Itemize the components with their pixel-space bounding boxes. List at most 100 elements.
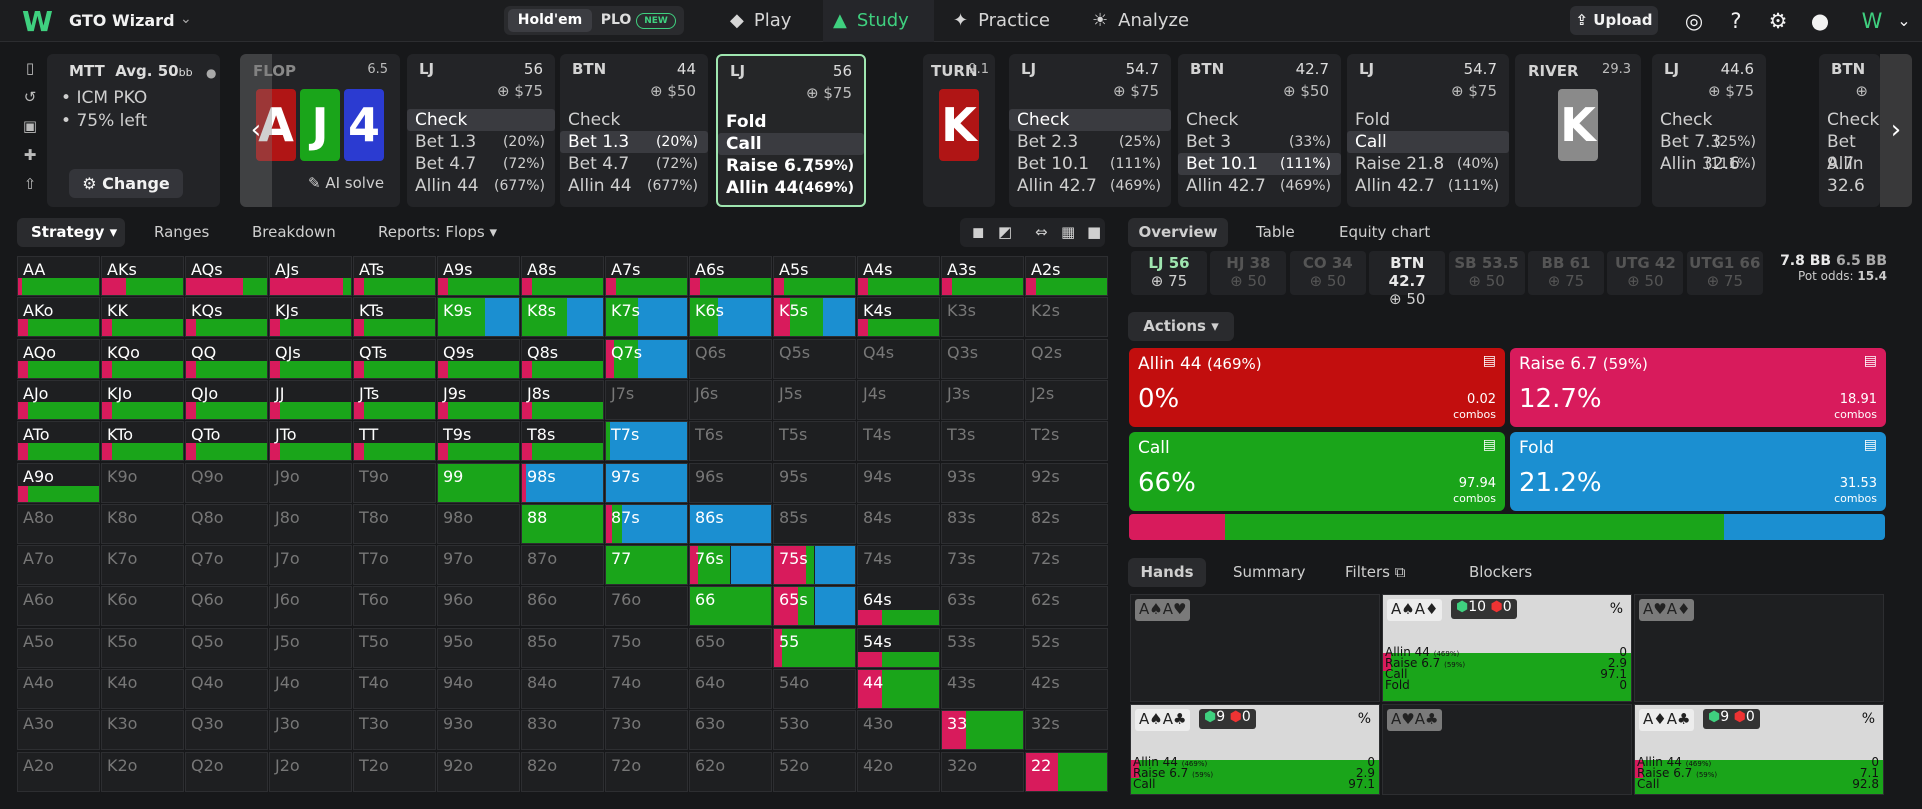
hand-cell[interactable]: J9s: [437, 379, 520, 420]
nav-play[interactable]: ◆ Play: [730, 0, 816, 42]
hand-cell[interactable]: Q4o: [185, 669, 268, 709]
action-option[interactable]: Bet 1.3 (20%): [560, 131, 708, 153]
hand-cell[interactable]: Q8s: [521, 338, 604, 379]
save-icon[interactable]: ▣: [15, 112, 45, 141]
seat-4[interactable]: SB 53.5 ⊕ 50: [1448, 251, 1525, 295]
plo-tab[interactable]: PLO: [596, 9, 636, 32]
hand-cell[interactable]: A5o: [17, 627, 100, 668]
seat-3[interactable]: BTN 42.7 ⊕ 50: [1369, 251, 1446, 308]
hand-cell[interactable]: K5o: [101, 627, 184, 668]
hand-cell[interactable]: 54s: [857, 627, 940, 668]
hand-cell[interactable]: 93o: [437, 710, 520, 751]
hand-cell[interactable]: 96o: [437, 586, 520, 627]
hand-cell[interactable]: KK: [101, 297, 184, 338]
tab-summary[interactable]: Summary: [1233, 558, 1306, 587]
action-option[interactable]: Bet 10.1 (111%): [1178, 153, 1341, 175]
notes-icon[interactable]: ▤: [1483, 353, 1496, 369]
hand-cell[interactable]: T6o: [353, 586, 436, 627]
help-icon[interactable]: ?: [1722, 7, 1750, 35]
hand-cell[interactable]: 76o: [605, 586, 688, 627]
hand-cell[interactable]: 62o: [689, 751, 772, 792]
action-option[interactable]: Allin 44 (677%): [407, 175, 555, 197]
actions-dropdown[interactable]: Actions ▾: [1128, 312, 1234, 341]
hand-cell[interactable]: 64o: [689, 669, 772, 709]
hand-cell[interactable]: JTo: [269, 421, 352, 462]
hand-cell[interactable]: 65o: [689, 627, 772, 668]
settings-gear-icon[interactable]: ⚙: [1764, 7, 1792, 35]
action-box[interactable]: Raise 6.7 (59%) ▤ 12.7% 18.91 combos: [1510, 348, 1886, 427]
hand-cell[interactable]: KJs: [269, 297, 352, 338]
hand-cell[interactable]: QJs: [269, 338, 352, 379]
action-option[interactable]: Allin 44 (677%): [560, 175, 708, 197]
hand-cell[interactable]: J5s: [773, 379, 856, 420]
hand-cell[interactable]: 99: [437, 462, 520, 503]
decision-card[interactable]: LJ 54.7 ⊕ $75 Fold Call Raise 21.8 (40%) Alli…: [1347, 54, 1509, 207]
hand-cell[interactable]: AQo: [17, 338, 100, 379]
seat-5[interactable]: BB 61 ⊕ 75: [1528, 251, 1604, 295]
hand-box[interactable]: A♠A♣ ⬢9 ⬢0 % Allin 44 (469%) 0 Raise 6.7 (5…: [1130, 704, 1380, 795]
hand-cell[interactable]: 62s: [1025, 586, 1108, 627]
tab-overview[interactable]: Overview: [1128, 218, 1228, 247]
tab-strategy[interactable]: Strategy ▾: [17, 218, 125, 247]
tab-blockers[interactable]: Blockers: [1469, 558, 1532, 587]
hand-cell[interactable]: 63o: [689, 710, 772, 751]
hand-cell[interactable]: ATs: [353, 256, 436, 296]
hand-cell[interactable]: K4s: [857, 297, 940, 338]
hand-cell[interactable]: T3s: [941, 421, 1024, 462]
chevron-down-icon[interactable]: ⌄: [1890, 7, 1918, 35]
action-option[interactable]: Check: [1009, 109, 1171, 131]
hand-cell[interactable]: 88: [521, 503, 604, 544]
decision-card[interactable]: LJ 44.6 ⊕ $75 Check Bet 7.3 (25%) Allin 32.6…: [1652, 54, 1766, 207]
hand-cell[interactable]: 43o: [857, 710, 940, 751]
seat-1[interactable]: HJ 38 ⊕ 50: [1210, 251, 1287, 295]
hand-cell[interactable]: K7s: [605, 297, 688, 338]
hand-cell[interactable]: 72s: [1025, 545, 1108, 586]
hand-cell[interactable]: AKo: [17, 297, 100, 338]
hand-cell[interactable]: K9o: [101, 462, 184, 503]
action-option[interactable]: Bet 3 (33%): [1178, 131, 1341, 153]
hand-cell[interactable]: KQs: [185, 297, 268, 338]
decision-card[interactable]: BTN ⊕ Check Bet 9.7 Allin 32.6: [1819, 54, 1880, 207]
hand-cell[interactable]: J5o: [269, 627, 352, 668]
seat-0[interactable]: LJ 56 ⊕ 75: [1131, 251, 1207, 295]
scroll-left-button[interactable]: ‹: [240, 54, 272, 207]
notes-icon[interactable]: ▤: [1483, 437, 1496, 453]
hand-cell[interactable]: 44: [857, 669, 940, 709]
tab-ranges[interactable]: Ranges: [154, 218, 209, 247]
hand-cell[interactable]: A3s: [941, 256, 1024, 296]
hand-cell[interactable]: 87o: [521, 545, 604, 586]
account-icon[interactable]: ●: [1806, 7, 1834, 35]
seat-7[interactable]: UTG1 66 ⊕ 75: [1686, 251, 1763, 295]
action-option[interactable]: Raise 6.7 (59%): [718, 155, 864, 177]
hand-cell[interactable]: K9s: [437, 297, 520, 338]
nav-analyze[interactable]: ☀ Analyze: [1092, 0, 1202, 42]
hand-box[interactable]: A♠A♦ ⬢10 ⬢0 % Allin 44 (469%) 0 Raise 6.7 (…: [1382, 594, 1632, 702]
tab-table[interactable]: Table: [1256, 218, 1295, 247]
hand-cell[interactable]: T4s: [857, 421, 940, 462]
hand-cell[interactable]: 85s: [773, 503, 856, 544]
scan-icon[interactable]: ◎: [1680, 7, 1708, 35]
action-option[interactable]: Fold: [1347, 109, 1509, 131]
hand-cell[interactable]: Q3s: [941, 338, 1024, 379]
tab-filters[interactable]: Filters ⧉: [1345, 558, 1405, 587]
hand-box[interactable]: A♥A♣: [1382, 704, 1632, 795]
hand-cell[interactable]: 54o: [773, 669, 856, 709]
cube-icon[interactable]: ◼: [972, 218, 984, 247]
tab-equity-chart[interactable]: Equity chart: [1339, 218, 1430, 247]
hand-cell[interactable]: J3o: [269, 710, 352, 751]
hand-cell[interactable]: 94s: [857, 462, 940, 503]
action-option[interactable]: Allin 32.6 (111%): [1652, 153, 1766, 175]
hand-cell[interactable]: A4s: [857, 256, 940, 296]
hand-cell[interactable]: A2s: [1025, 256, 1108, 296]
decision-card[interactable]: BTN 44 ⊕ $50 Check Bet 1.3 (20%) Bet 4.7 (72%…: [560, 54, 708, 207]
hand-cell[interactable]: 98s: [521, 462, 604, 503]
hand-cell[interactable]: Q4s: [857, 338, 940, 379]
hand-cell[interactable]: Q3o: [185, 710, 268, 751]
hand-cell[interactable]: A7o: [17, 545, 100, 586]
hand-cell[interactable]: T8s: [521, 421, 604, 462]
hand-cell[interactable]: T6s: [689, 421, 772, 462]
hand-cell[interactable]: 32s: [1025, 710, 1108, 751]
decision-card[interactable]: LJ 54.7 ⊕ $75 Check Bet 2.3 (25%) Bet 10.1 (1…: [1009, 54, 1171, 207]
upload-button[interactable]: ⇪ Upload: [1570, 6, 1658, 35]
action-option[interactable]: Check: [1178, 109, 1341, 131]
